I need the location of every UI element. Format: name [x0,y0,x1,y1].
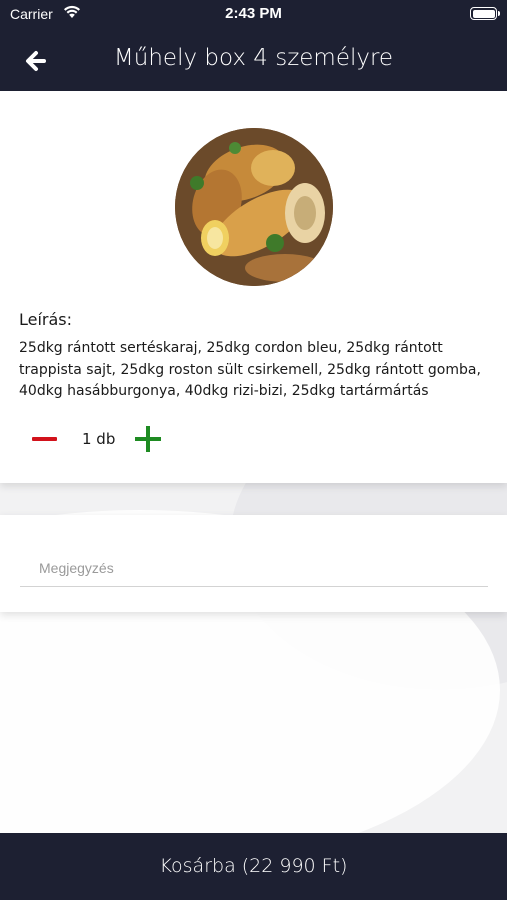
add-to-cart-label: Kosárba (22 990 Ft) [159,855,348,877]
back-button[interactable] [22,46,52,76]
quantity-value: 1 db [82,430,116,448]
increase-quantity-button[interactable] [135,426,161,452]
header-bar: Carrier 2:43 PM Műhely box 4 személyre [0,0,507,91]
status-bar: Carrier 2:43 PM [0,0,507,28]
arrow-left-icon [26,51,46,71]
status-time: 2:43 PM [225,5,282,22]
page-title: Műhely box 4 személyre [113,45,394,71]
quantity-stepper: 1 db [30,425,230,453]
description-text: 25dkg rántott sertéskaraj, 25dkg cordon … [19,340,481,399]
food-illustration [175,128,333,286]
decrease-quantity-button[interactable] [32,437,57,441]
note-input[interactable] [20,549,488,587]
add-to-cart-button[interactable]: Kosárba (22 990 Ft) [0,833,507,900]
product-image [175,128,333,286]
product-card: Leírás: 25dkg rántott sertéskaraj, 25dkg… [0,91,507,483]
description-label: Leírás: [19,310,73,329]
battery-icon [470,7,500,20]
note-card [0,515,507,612]
